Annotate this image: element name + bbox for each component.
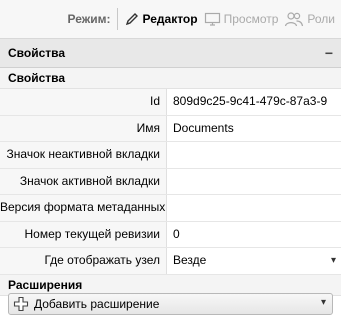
property-value-inactive-tab-icon[interactable]	[167, 142, 341, 168]
property-label: Значок активной вкладки	[0, 168, 167, 194]
mode-toolbar: Режим: Редактор Просмотр Роли	[0, 0, 341, 38]
property-label: Имя	[0, 115, 167, 141]
property-label: Номер текущей ревизии	[0, 221, 167, 247]
property-value-id[interactable]: 809d9c25-9c41-479c-87a3-9	[167, 89, 341, 115]
collapse-icon[interactable]: −	[325, 45, 333, 61]
mode-roles-button[interactable]: Роли	[284, 11, 335, 27]
section-title-properties: Свойства	[0, 68, 341, 89]
property-value-metadata-version[interactable]	[167, 195, 341, 221]
panel-title: Свойства	[8, 46, 66, 60]
chevron-down-icon: ▾	[320, 297, 326, 308]
properties-panel: Свойства − Свойства Id 809d9c25-9c41-479…	[0, 38, 341, 319]
property-row-id: Id 809d9c25-9c41-479c-87a3-9	[0, 89, 341, 116]
users-icon	[284, 11, 307, 27]
property-row-active-tab-icon: Значок активной вкладки	[0, 168, 341, 195]
property-row-inactive-tab-icon: Значок неактивной вкладки	[0, 142, 341, 169]
display-location-select[interactable]: Везде	[167, 248, 341, 274]
mode-label: Режим:	[67, 12, 111, 26]
mode-roles-label: Роли	[307, 12, 335, 26]
toolbar-separator	[116, 8, 118, 30]
property-row-revision: Номер текущей ревизии 0	[0, 221, 341, 248]
pencil-icon	[124, 11, 143, 27]
property-label: Значок неактивной вкладки	[0, 142, 167, 168]
property-row-metadata-version: Версия формата метаданных	[0, 195, 341, 222]
panel-header: Свойства −	[0, 39, 341, 68]
add-extension-label: Добавить расширение	[34, 297, 160, 311]
property-label: Версия формата метаданных	[0, 195, 167, 221]
property-label: Где отображать узел	[0, 248, 167, 274]
mode-preview-button[interactable]: Просмотр	[204, 11, 279, 27]
mode-preview-label: Просмотр	[223, 12, 279, 26]
property-value-active-tab-icon[interactable]	[167, 168, 341, 194]
property-label: Id	[0, 89, 167, 115]
property-row-display-location: Где отображать узел Везде	[0, 248, 341, 275]
plus-icon	[13, 296, 29, 312]
mode-editor-button[interactable]: Редактор	[124, 11, 198, 27]
monitor-icon	[204, 11, 224, 27]
property-value-name[interactable]: Documents	[167, 115, 341, 141]
mode-editor-label: Редактор	[142, 12, 198, 26]
property-value-revision[interactable]: 0	[167, 221, 341, 247]
add-extension-button[interactable]: Добавить расширение ▾	[8, 293, 333, 315]
property-row-name: Имя Documents	[0, 115, 341, 142]
